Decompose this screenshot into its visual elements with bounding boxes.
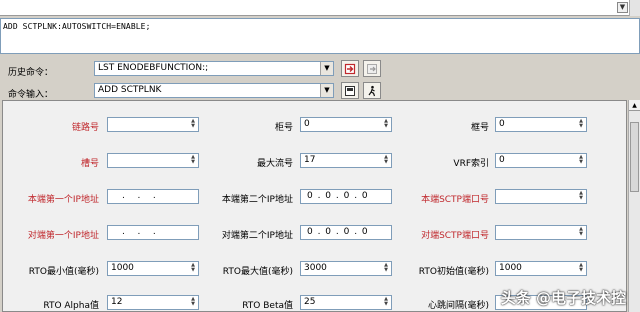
field-label: 链路号 (71, 123, 99, 133)
subrack-no-input[interactable]: 0 ▲ ▼ (495, 117, 587, 132)
local-sctp-port-input[interactable]: ▲ ▼ (495, 189, 587, 204)
field-label: 心跳间隔(毫秒) (427, 301, 489, 311)
field-label: 槽号 (80, 159, 99, 169)
field-label: RTO最大值(毫秒) (222, 267, 293, 277)
command-input-combo[interactable]: ADD SCTPLNK ▼ (94, 83, 334, 98)
field-label: 本端第一个IP地址 (27, 195, 99, 205)
rto-beta-input[interactable]: 25 ▲ ▼ (300, 295, 392, 310)
field-value: 0 . 0 . 0 . 0 (307, 227, 369, 237)
spinner-icon[interactable]: ▲ ▼ (189, 263, 197, 274)
vrf-index-input[interactable]: 0 ▲ ▼ (495, 153, 587, 168)
spinner-icon[interactable]: ▲ ▼ (382, 119, 390, 130)
command-editor[interactable]: ADD SCTPLNK:AUTOSWITCH=ENABLE; (0, 18, 640, 54)
field-label: 对端第二个IP地址 (221, 231, 293, 241)
local-ip2-input[interactable]: 0 . 0 . 0 . 0 (300, 189, 392, 204)
scroll-thumb[interactable] (630, 122, 639, 192)
dropdown-arrow-icon[interactable]: ▼ (320, 62, 333, 75)
history-value: LST ENODEBFUNCTION:; (98, 63, 209, 73)
rto-alpha-input[interactable]: 12 ▲ ▼ (107, 295, 199, 310)
field-value: . . . (122, 191, 157, 201)
field-value: 0 (499, 119, 505, 129)
spinner-icon[interactable]: ▲ ▼ (189, 297, 197, 308)
spinner-icon[interactable]: ▲ ▼ (189, 119, 197, 130)
insert-command-icon (344, 63, 356, 74)
spinner-icon[interactable]: ▲ ▼ (189, 155, 197, 166)
field-label: 对端第一个IP地址 (27, 231, 99, 241)
slot-no-input[interactable]: ▲ ▼ (107, 153, 199, 168)
spinner-icon[interactable]: ▲ ▼ (577, 155, 585, 166)
field-value: 0 . 0 . 0 . 0 (307, 191, 369, 201)
rto-init-input[interactable]: 1000 ▲ ▼ (495, 261, 587, 276)
spinner-icon[interactable]: ▲ ▼ (577, 227, 585, 238)
field-value: 0 (304, 119, 310, 129)
field-value: 25 (304, 297, 316, 307)
export-icon (367, 63, 377, 74)
field-label: 框号 (470, 123, 489, 133)
field-label: RTO最小值(毫秒) (28, 267, 99, 277)
peer-sctp-port-input[interactable]: ▲ ▼ (495, 225, 587, 240)
rto-min-input[interactable]: 1000 ▲ ▼ (107, 261, 199, 276)
field-value: 17 (304, 155, 316, 165)
max-stream-input[interactable]: 17 ▲ ▼ (300, 153, 392, 168)
spinner-icon[interactable]: ▲ ▼ (577, 191, 585, 202)
run-button[interactable] (363, 82, 381, 99)
field-value: 1000 (499, 263, 522, 273)
command-text: ADD SCTPLNK:AUTOSWITCH=ENABLE; (3, 22, 151, 31)
scroll-down-icon[interactable]: ▼ (617, 2, 628, 13)
field-label: RTO初始值(毫秒) (418, 267, 489, 277)
local-ip1-input[interactable]: . . . (107, 189, 199, 204)
spinner-icon[interactable]: ▲ ▼ (577, 119, 585, 130)
scroll-up-icon[interactable]: ▲ (629, 100, 640, 111)
output-pane: ▼ (0, 0, 640, 16)
spinner-icon[interactable]: ▲ ▼ (577, 263, 585, 274)
spinner-icon[interactable]: ▲ ▼ (382, 263, 390, 274)
output-scrollbar[interactable] (629, 0, 640, 16)
parameter-form: 链路号 ▲ ▼ 柜号 0 ▲ ▼ 框号 0 ▲ ▼ 槽号 ▲ ▼ 最大流号 17 ▲ ▼ … (2, 100, 627, 312)
spinner-icon[interactable]: ▲ ▼ (382, 297, 390, 308)
cabinet-no-input[interactable]: 0 ▲ ▼ (300, 117, 392, 132)
peer-ip1-input[interactable]: . . . (107, 225, 199, 240)
peer-ip2-input[interactable]: 0 . 0 . 0 . 0 (300, 225, 392, 240)
field-label: RTO Beta值 (242, 301, 293, 311)
field-label: 最大流号 (256, 159, 293, 169)
field-value: 0 (499, 155, 505, 165)
field-value: 1000 (111, 263, 134, 273)
spinner-icon[interactable]: ▲ ▼ (382, 155, 390, 166)
save-button[interactable] (341, 82, 359, 99)
field-value: 12 (111, 297, 123, 307)
dropdown-arrow-icon[interactable]: ▼ (320, 84, 333, 97)
link-no-input[interactable]: ▲ ▼ (107, 117, 199, 132)
history-combo[interactable]: LST ENODEBFUNCTION:; ▼ (94, 61, 334, 76)
run-icon (368, 85, 376, 96)
history-row: 历史命令： LST ENODEBFUNCTION:; ▼ (0, 59, 640, 81)
command-input-label: 命令输入： (8, 90, 54, 100)
insert-command-button[interactable] (341, 60, 359, 77)
field-label: 柜号 (274, 123, 293, 133)
field-label: RTO Alpha值 (43, 301, 99, 311)
field-label: 对端SCTP端口号 (421, 231, 489, 241)
history-label: 历史命令： (8, 68, 54, 78)
field-label: 本端SCTP端口号 (421, 195, 489, 205)
field-label: 本端第二个IP地址 (221, 195, 293, 205)
form-scrollbar[interactable]: ▲ (628, 100, 640, 312)
field-value: 3000 (304, 263, 327, 273)
command-input-value: ADD SCTPLNK (98, 85, 162, 95)
save-icon (345, 85, 355, 96)
rto-max-input[interactable]: 3000 ▲ ▼ (300, 261, 392, 276)
export-button[interactable] (363, 60, 381, 77)
watermark: 头条 @电子技术控 (500, 289, 626, 307)
field-value: . . . (122, 227, 157, 237)
field-label: VRF索引 (453, 159, 489, 169)
